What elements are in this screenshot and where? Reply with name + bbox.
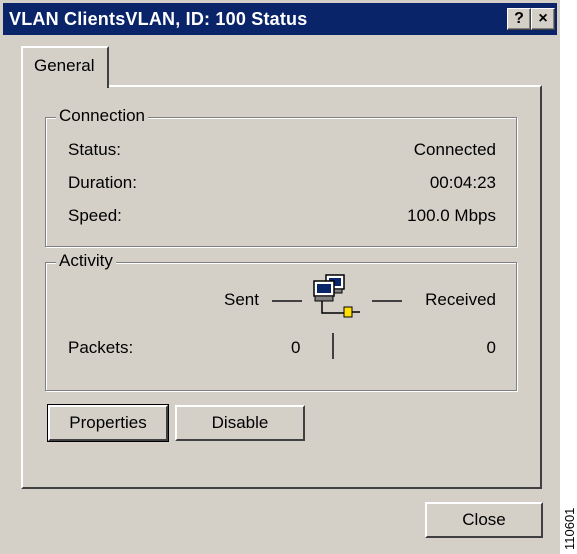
- window-title: VLAN ClientsVLAN, ID: 100 Status: [9, 9, 308, 29]
- sent-label: Sent: [224, 290, 259, 309]
- packets-sent-value: 0: [291, 338, 301, 357]
- activity-group: Activity Sent Received Packets: 0 0: [45, 251, 517, 391]
- packets-divider: [332, 333, 334, 359]
- title-bar[interactable]: VLAN ClientsVLAN, ID: 100 Status ? ×: [3, 3, 557, 35]
- status-value: Connected: [413, 140, 496, 159]
- network-computers-icon: [313, 274, 360, 318]
- status-dialog: VLAN ClientsVLAN, ID: 100 Status ? × Gen…: [0, 0, 560, 554]
- disable-button-label: Disable: [211, 413, 269, 432]
- tab-general-label: General: [34, 56, 95, 75]
- properties-button-label: Properties: [69, 413, 147, 432]
- duration-label: Duration:: [68, 173, 137, 192]
- close-button-label: Close: [462, 510, 506, 529]
- disable-button[interactable]: Disable: [175, 405, 305, 441]
- tab-general[interactable]: General: [21, 46, 109, 88]
- packets-received-value: 0: [486, 338, 496, 357]
- activity-legend: Activity: [56, 251, 116, 271]
- help-button[interactable]: ?: [507, 8, 531, 30]
- status-label: Status:: [68, 140, 121, 159]
- received-line: [372, 300, 402, 302]
- duration-value: 00:04:23: [429, 173, 496, 192]
- speed-label: Speed:: [68, 206, 122, 225]
- properties-button[interactable]: Properties: [47, 404, 169, 442]
- packets-label: Packets:: [68, 338, 134, 357]
- connection-legend: Connection: [56, 106, 149, 126]
- sent-line: [272, 300, 302, 302]
- close-window-button[interactable]: ×: [531, 8, 555, 30]
- speed-value: 100.0 Mbps: [407, 206, 496, 225]
- figure-id: 110601: [562, 507, 577, 550]
- general-tab-panel: Connection Status: Connected Duration: 0…: [21, 85, 542, 489]
- received-label: Received: [425, 290, 496, 309]
- close-button[interactable]: Close: [425, 502, 543, 538]
- connection-group: Connection Status: Connected Duration: 0…: [45, 106, 517, 247]
